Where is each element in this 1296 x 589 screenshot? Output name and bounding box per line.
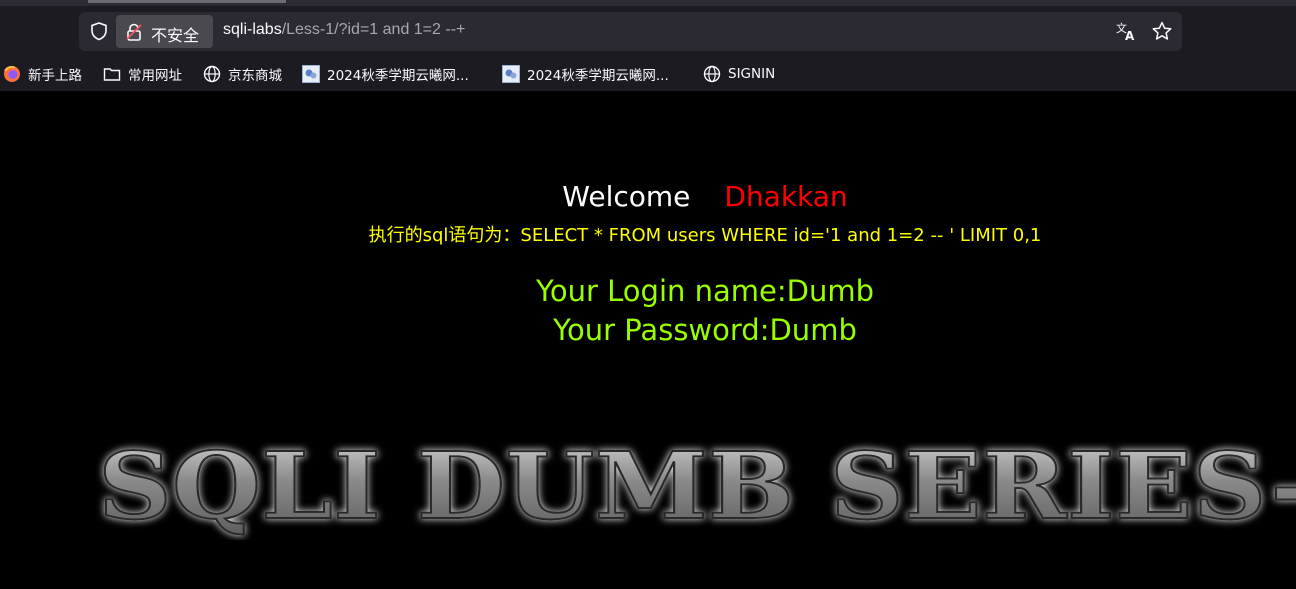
bookmark-label: 京东商城 <box>228 68 282 84</box>
bookmark-star-icon[interactable] <box>1151 20 1173 42</box>
welcome-text: Welcome <box>562 180 691 213</box>
insecure-lock-icon <box>126 23 142 41</box>
url-path: /Less-1/?id=1 and 1=2 --+ <box>281 21 466 38</box>
svg-text:A: A <box>1125 29 1135 42</box>
welcome-line: Welcome Dhakkan <box>0 180 1296 213</box>
bookmark-label: 新手上路 <box>28 68 82 84</box>
translate-icon[interactable]: 文 A <box>1115 20 1137 42</box>
address-bar[interactable]: 不安全 sqli-labs/Less-1/?id=1 and 1=2 --+ 文… <box>79 12 1182 51</box>
active-tab-indicator[interactable] <box>88 0 286 3</box>
bookmark-label: SIGNIN <box>728 66 776 82</box>
login-name-text: Your Login name:Dumb <box>536 274 874 308</box>
banner-text: SQLI DUMB SERIES-1 <box>98 432 1296 540</box>
sql-query-text: 执行的sql语句为：SELECT * FROM users WHERE id='… <box>368 225 1042 246</box>
page-content: Welcome Dhakkan 执行的sql语句为：SELECT * FROM u… <box>0 91 1296 589</box>
site-favicon <box>502 65 520 83</box>
shield-icon[interactable] <box>89 21 109 41</box>
bookmark-common-sites[interactable]: 常用网址 <box>103 62 182 86</box>
bookmark-label: 2024秋季学期云曦网... <box>327 68 469 84</box>
bookmark-jd[interactable]: 京东商城 <box>203 62 282 86</box>
insecure-label: 不安全 <box>151 26 200 45</box>
url-host: sqli-labs <box>223 21 282 38</box>
globe-icon <box>203 65 221 83</box>
bookmarks-toolbar: 新手上路 常用网址 京东商城 2024秋季学期云曦网... 2024秋季学期云曦… <box>0 58 1296 90</box>
site-favicon <box>302 65 320 83</box>
globe-icon <box>703 65 721 83</box>
folder-icon <box>103 68 121 81</box>
firefox-icon <box>4 66 20 82</box>
url-text[interactable]: sqli-labs/Less-1/?id=1 and 1=2 --+ <box>223 21 465 39</box>
bookmark-newbie[interactable]: 新手上路 <box>3 62 82 86</box>
series-banner-image: SQLI DUMB SERIES-1 <box>97 431 1296 540</box>
password-text: Your Password:Dumb <box>553 313 857 347</box>
bookmark-yunxi-1[interactable]: 2024秋季学期云曦网... <box>302 62 469 86</box>
browser-toolbar: 不安全 sqli-labs/Less-1/?id=1 and 1=2 --+ 文… <box>0 0 1296 91</box>
bookmark-label: 2024秋季学期云曦网... <box>527 68 669 84</box>
bookmark-label: 常用网址 <box>128 68 182 84</box>
insecure-connection-button[interactable]: 不安全 <box>116 15 213 48</box>
bookmark-signin[interactable]: SIGNIN <box>703 62 775 86</box>
bookmark-yunxi-2[interactable]: 2024秋季学期云曦网... <box>502 62 669 86</box>
user-name: Dhakkan <box>724 180 848 213</box>
